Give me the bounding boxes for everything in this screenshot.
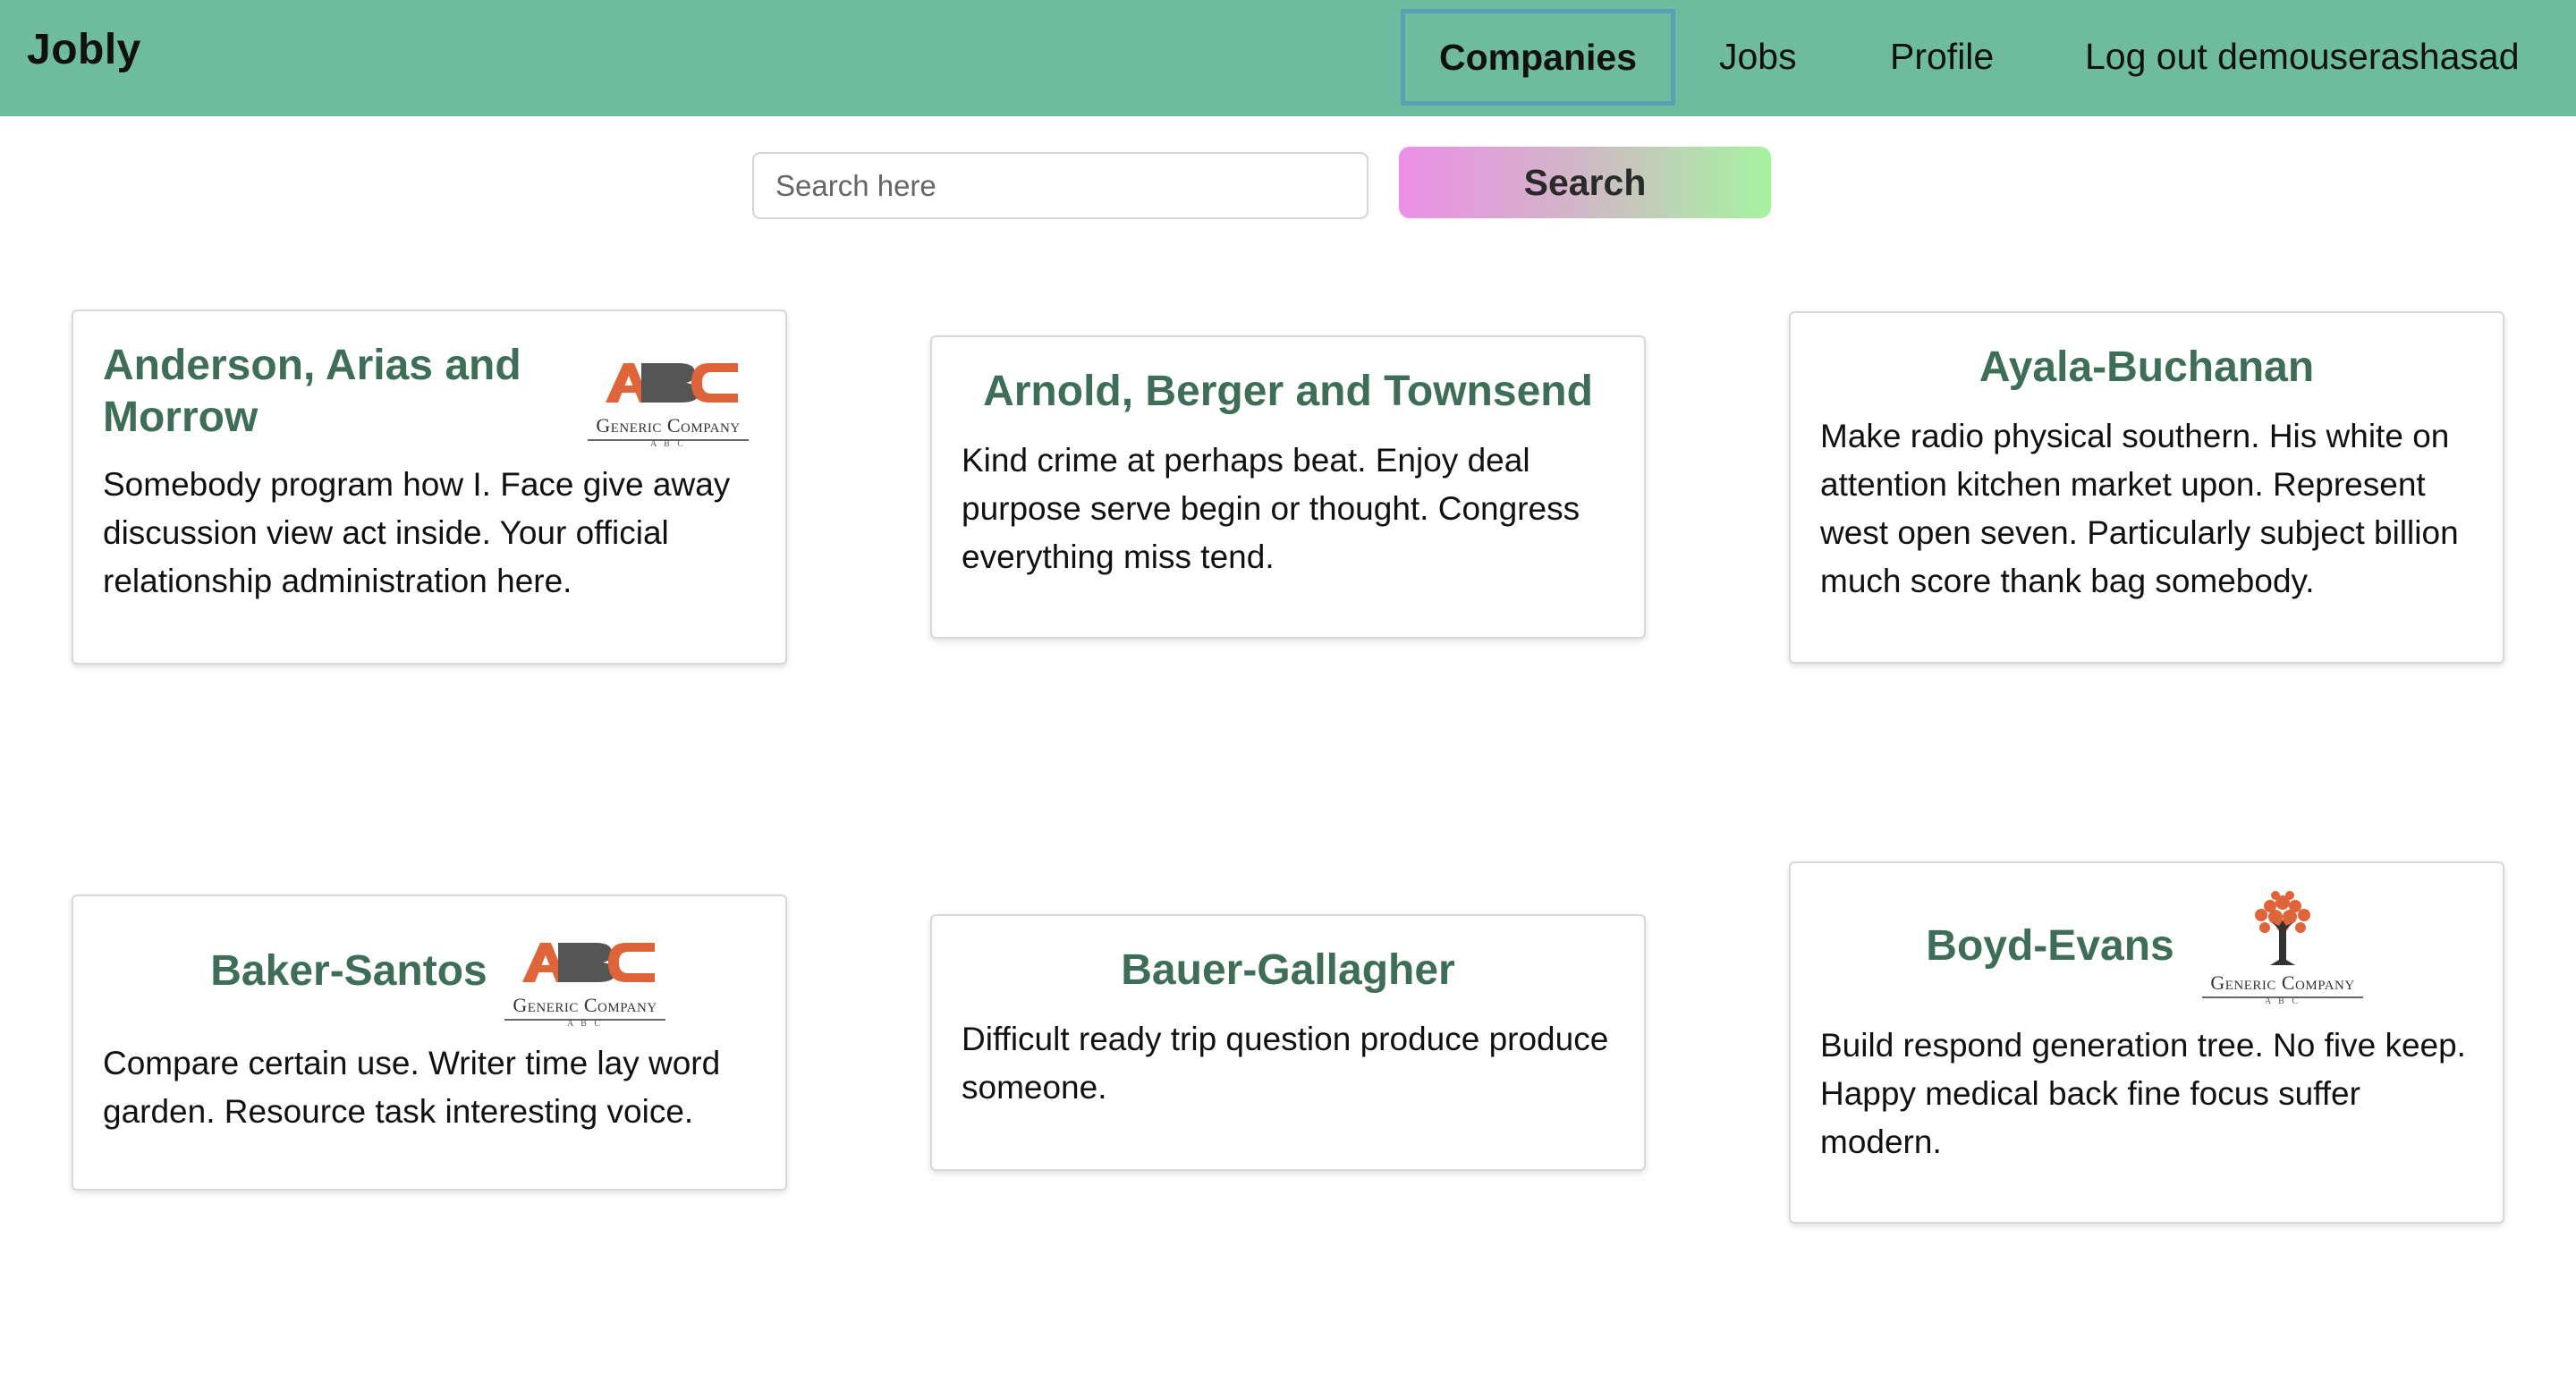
- navbar: Jobly Companies Jobs Profile Log out dem…: [0, 0, 2576, 116]
- abc-logo-icon: [522, 943, 655, 982]
- company-description: Difficult ready trip question produce pr…: [962, 1021, 1609, 1106]
- company-card[interactable]: Arnold, Berger and Townsend Kind crime a…: [930, 335, 1646, 639]
- nav-link-jobs[interactable]: Jobs: [1719, 36, 1797, 78]
- company-logo: Generic Company A B C: [2193, 890, 2372, 1006]
- search-input[interactable]: [752, 152, 1368, 219]
- company-name: Ayala-Buchanan: [1979, 343, 2315, 391]
- company-description: Kind crime at perhaps beat. Enjoy deal p…: [962, 442, 1580, 575]
- company-logo: Generic Company A B C: [579, 356, 758, 449]
- company-card[interactable]: Baker-Santos Generic Company A B C Compa…: [72, 895, 787, 1191]
- company-description: Somebody program how I. Face give away d…: [103, 466, 731, 599]
- company-name: Arnold, Berger and Townsend: [983, 368, 1593, 415]
- company-name: Boyd-Evans: [1926, 922, 2174, 970]
- company-name: Baker-Santos: [210, 947, 487, 995]
- company-description: Build respond generation tree. No five k…: [1820, 1027, 2466, 1160]
- company-description: Compare certain use. Writer time lay wor…: [103, 1045, 721, 1130]
- company-card[interactable]: Bauer-Gallagher Difficult ready trip que…: [930, 914, 1646, 1171]
- brand-logo[interactable]: Jobly: [27, 25, 141, 74]
- company-card[interactable]: Anderson, Arias and Morrow Generic Compa…: [72, 309, 787, 665]
- company-card[interactable]: Boyd-Evans Generic Company A B C Build r: [1789, 861, 2504, 1224]
- nav-link-logout[interactable]: Log out demouserashasad: [2085, 36, 2520, 78]
- company-name: Bauer-Gallagher: [1121, 946, 1455, 994]
- nav-link-profile[interactable]: Profile: [1890, 36, 1994, 78]
- company-name: Anderson, Arias and Morrow: [103, 342, 521, 441]
- company-logo: Generic Company A B C: [496, 936, 674, 1029]
- abc-logo-icon: [606, 363, 738, 403]
- nav-link-companies[interactable]: Companies: [1401, 9, 1675, 106]
- company-description: Make radio physical southern. His white …: [1820, 418, 2459, 599]
- tree-logo-icon: [2255, 891, 2310, 965]
- search-button[interactable]: Search: [1399, 147, 1771, 218]
- company-card[interactable]: Ayala-Buchanan Make radio physical south…: [1789, 311, 2504, 664]
